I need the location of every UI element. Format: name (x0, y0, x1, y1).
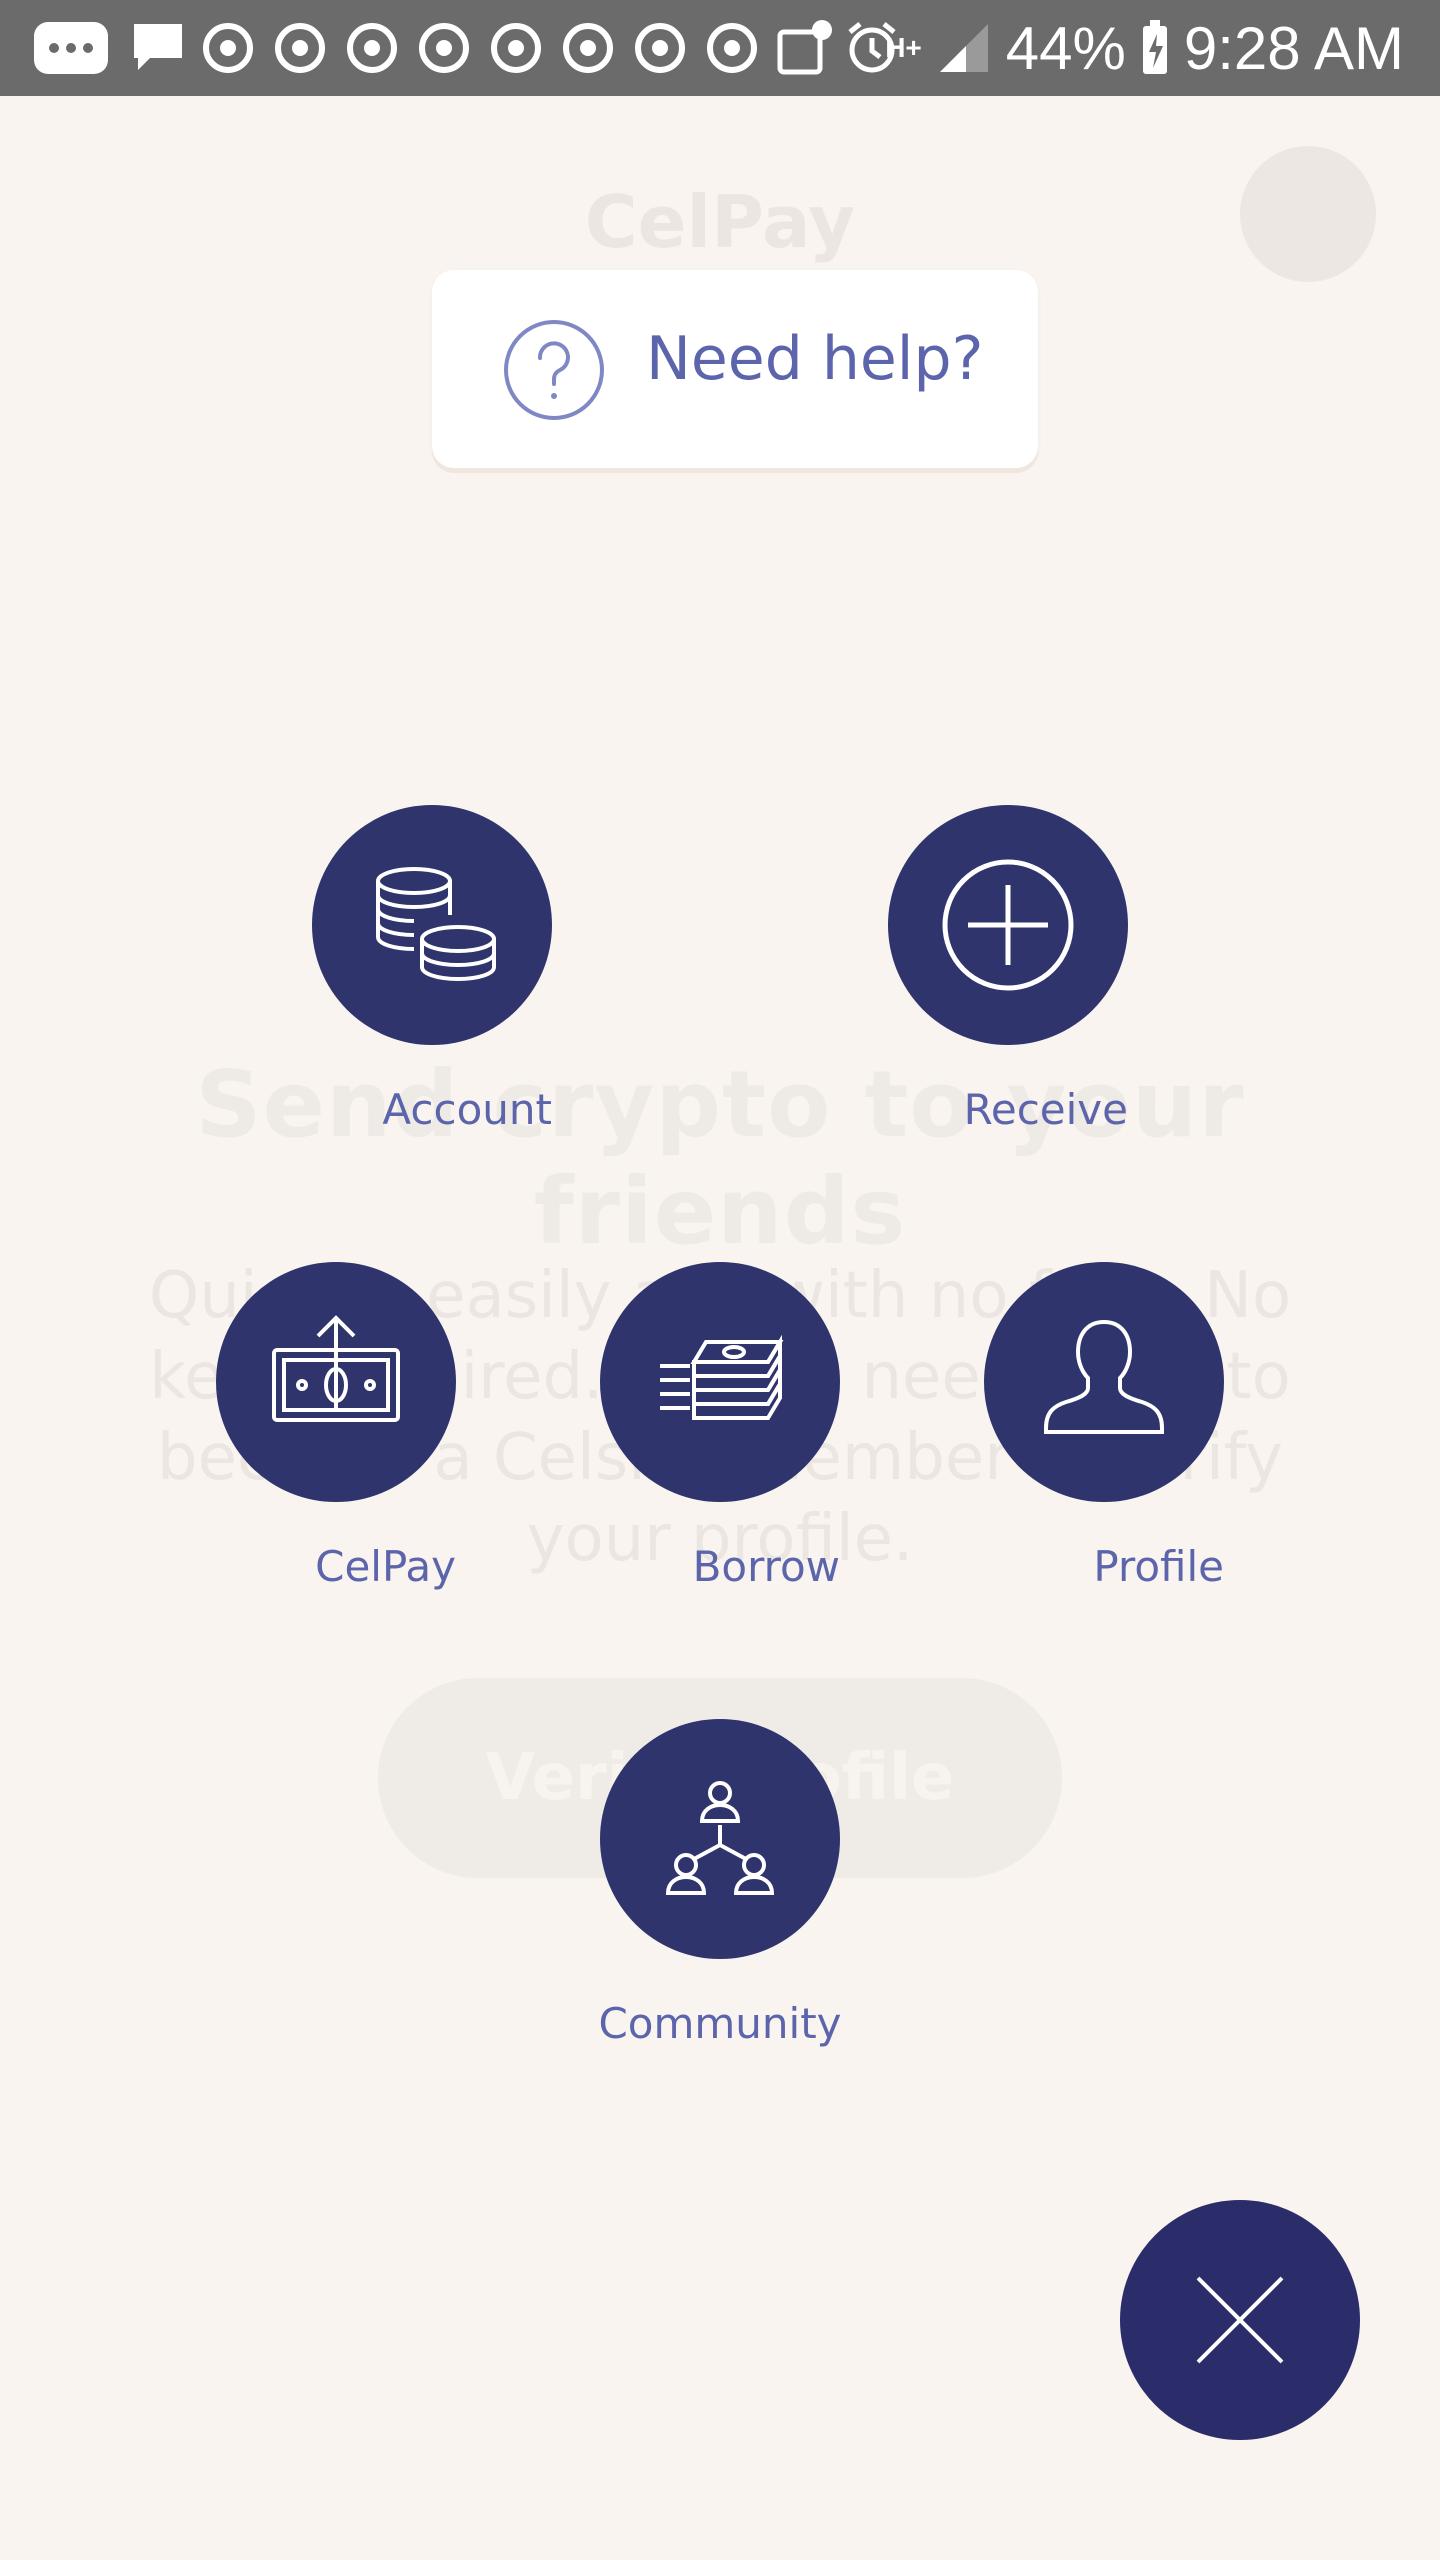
chrome-icon (635, 23, 685, 73)
community-label: Community (598, 1999, 842, 2048)
plus-circle-icon (942, 859, 1074, 991)
menu-item-profile[interactable]: Profile (984, 1262, 1224, 1591)
battery-charging-icon (1142, 20, 1167, 74)
close-menu-button[interactable] (1120, 2200, 1360, 2440)
avatar (1240, 146, 1376, 282)
menu-item-receive[interactable]: Receive (888, 805, 1128, 1134)
celpay-label: CelPay (315, 1542, 456, 1591)
receive-label: Receive (963, 1085, 1128, 1134)
menu-item-account[interactable]: Account (312, 805, 552, 1134)
send-money-icon (272, 1315, 400, 1422)
need-help-button[interactable]: Need help? (432, 270, 1038, 468)
celpay-button[interactable] (216, 1262, 456, 1502)
chrome-icon (275, 23, 325, 73)
receive-button[interactable] (888, 805, 1128, 1045)
more-messages-icon (34, 22, 108, 74)
battery-percent: 44% (1005, 14, 1126, 82)
need-help-label: Need help? (646, 324, 984, 394)
menu-item-community[interactable]: Community (598, 1719, 842, 2048)
chrome-icon (203, 23, 253, 73)
close-icon (1196, 2276, 1284, 2364)
borrow-label: Borrow (692, 1542, 840, 1591)
borrow-button[interactable] (600, 1262, 840, 1502)
account-label: Account (382, 1085, 552, 1134)
account-button[interactable] (312, 805, 552, 1045)
page-heading: Send crypto to your friends (195, 1051, 1245, 1265)
voicemail-icon (777, 20, 832, 75)
network-type: H+ (885, 32, 922, 63)
page-title: CelPay (584, 180, 856, 264)
chrome-icon (491, 23, 541, 73)
chrome-icon (563, 23, 613, 73)
profile-button[interactable] (984, 1262, 1224, 1502)
signal-icon (939, 24, 988, 72)
chat-bubble-icon (134, 24, 182, 70)
chrome-icon (347, 23, 397, 73)
community-network-icon (665, 1781, 775, 1895)
cash-stack-icon (660, 1334, 784, 1420)
status-right: H+ 44% 9:28 AM (885, 14, 1404, 82)
community-button[interactable] (600, 1719, 840, 1959)
question-circle-icon (504, 320, 604, 420)
chrome-icon (419, 23, 469, 73)
profile-label: Profile (1093, 1542, 1224, 1591)
clock: 9:28 AM (1183, 14, 1404, 82)
menu-item-borrow[interactable]: Borrow (600, 1262, 840, 1591)
menu-item-celpay[interactable]: CelPay (216, 1262, 456, 1591)
status-bar: H+ 44% 9:28 AM (0, 0, 1440, 96)
chrome-icon (707, 23, 757, 73)
coins-icon (376, 867, 496, 982)
user-silhouette-icon (1044, 1319, 1164, 1434)
